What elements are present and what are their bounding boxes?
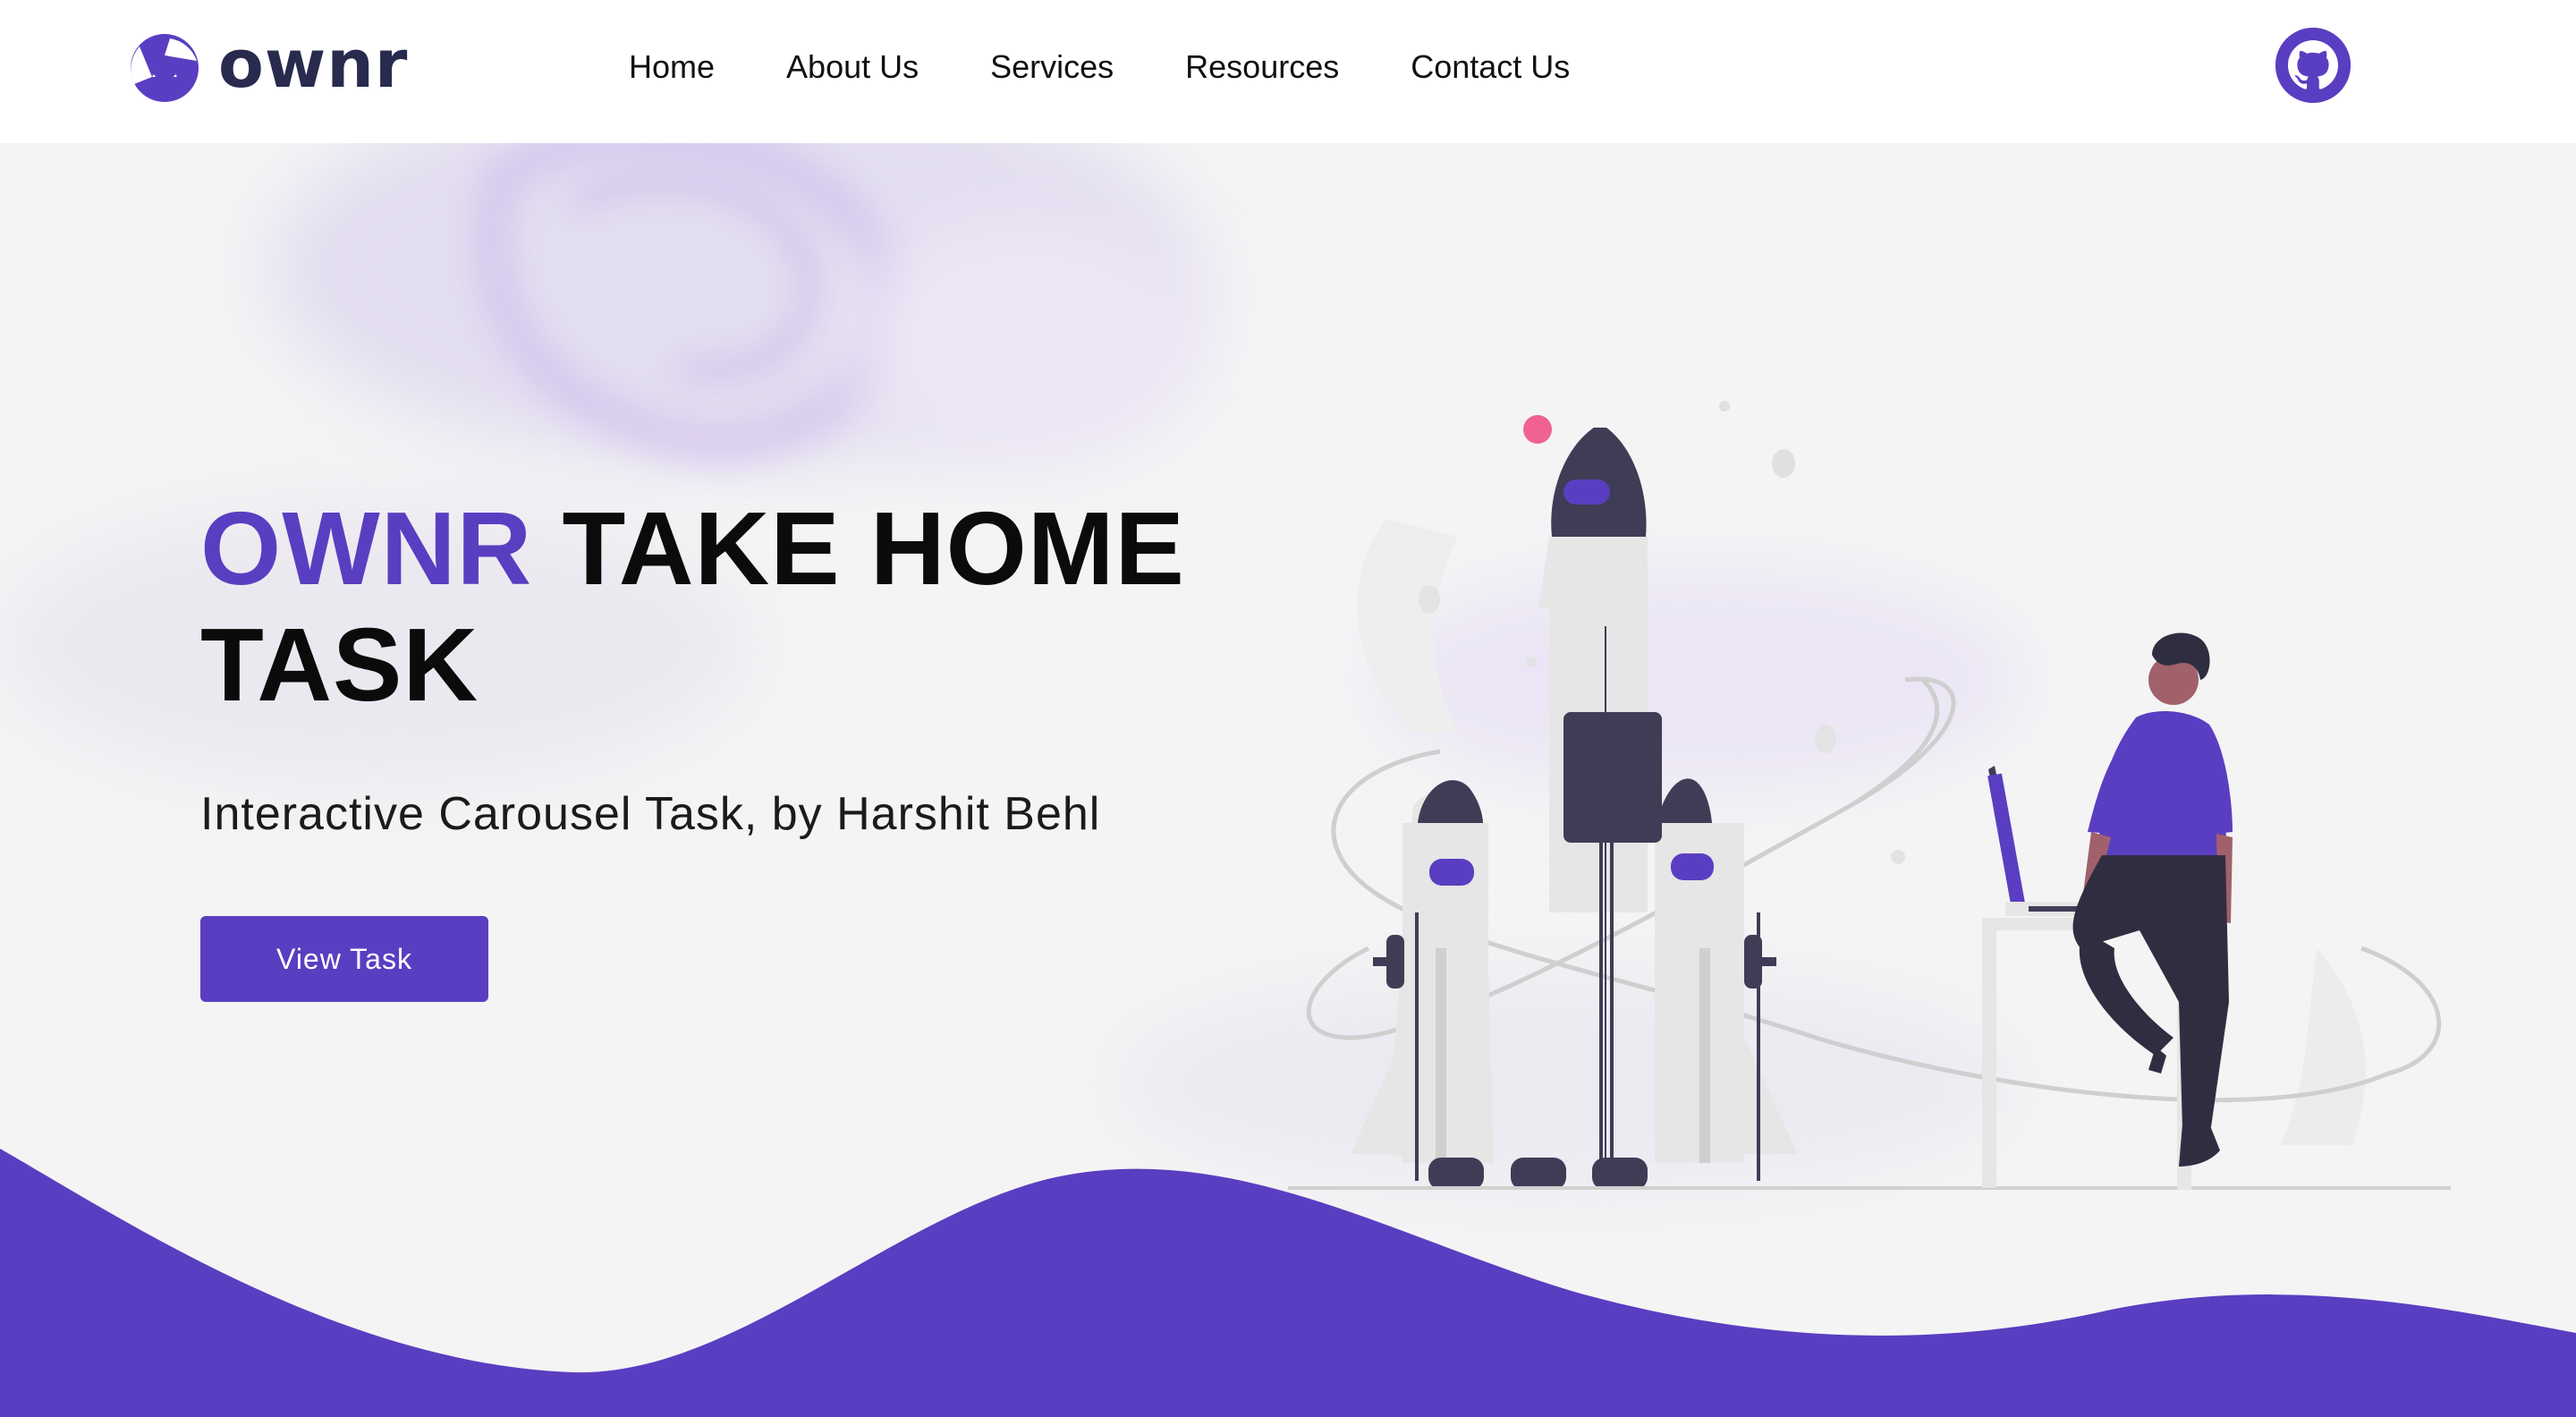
brand-logo[interactable]: ownr (131, 30, 408, 106)
rocket-launch-illustration (1288, 401, 2451, 1190)
github-icon[interactable] (2275, 28, 2351, 103)
hero-section: OWNR TAKE HOME TASK Interactive Carousel… (0, 143, 2576, 1417)
hero-title-brand: OWNR (200, 490, 533, 607)
nav-services[interactable]: Services (990, 45, 1114, 89)
nav-contact-us[interactable]: Contact Us (1411, 45, 1570, 89)
bottom-wave (0, 1149, 2576, 1417)
nav-about-us[interactable]: About Us (786, 45, 919, 89)
nav-resources[interactable]: Resources (1185, 45, 1339, 89)
main-nav: Home About Us Services Resources Contact… (629, 45, 1570, 89)
ownr-logo-icon (131, 34, 199, 102)
hero-title: OWNR TAKE HOME TASK (200, 490, 1202, 723)
hero-subtitle: Interactive Carousel Task, by Harshit Be… (200, 788, 1101, 840)
brand-name: ownr (218, 26, 409, 103)
red-dot (1523, 415, 1552, 444)
nav-home[interactable]: Home (629, 45, 715, 89)
top-navbar: ownr Home About Us Services Resources Co… (0, 0, 2576, 143)
view-task-button[interactable]: View Task (200, 916, 488, 1002)
